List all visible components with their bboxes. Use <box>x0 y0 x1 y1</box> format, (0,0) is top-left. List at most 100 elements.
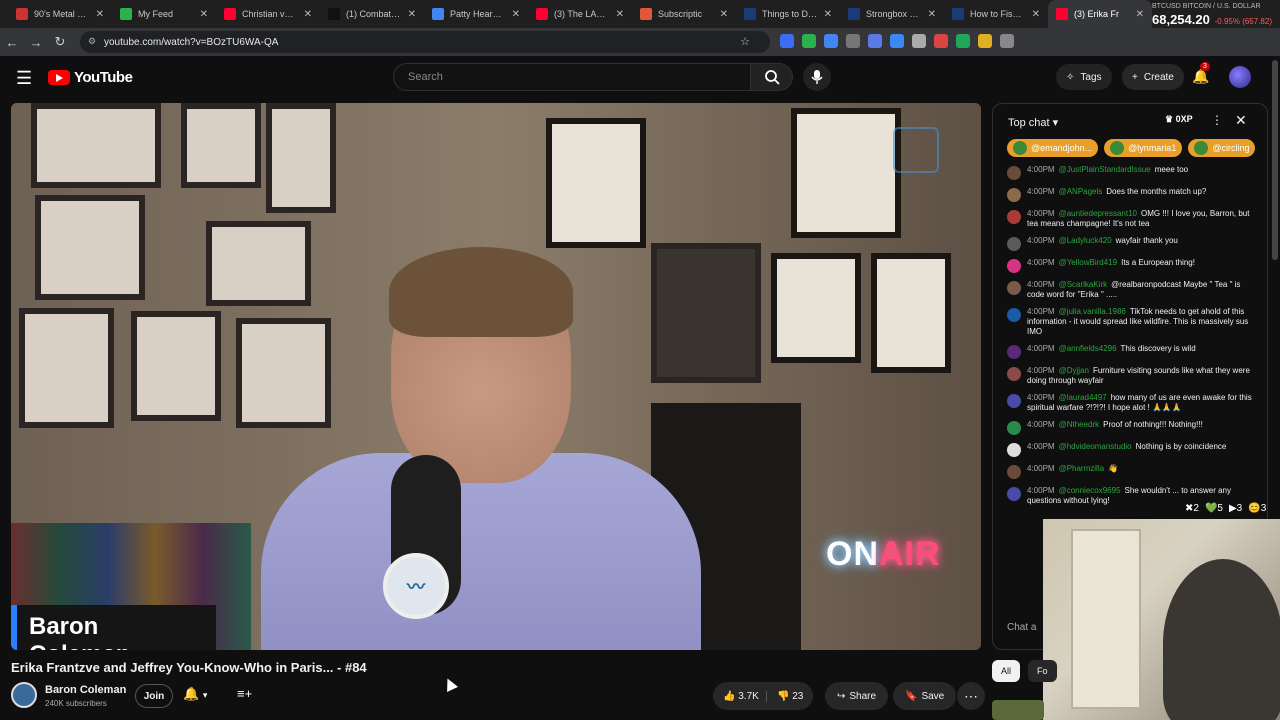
extension-icon[interactable] <box>890 34 904 48</box>
avatar[interactable] <box>1007 421 1021 435</box>
tab-close-icon[interactable]: ✕ <box>304 9 312 20</box>
chat-message[interactable]: 4:00PM @Ntheedrk Proof of nothing!!! Nothi… <box>1007 420 1257 435</box>
chat-more-icon[interactable]: ⋮ <box>1211 113 1223 127</box>
search-input[interactable]: Search <box>393 63 751 91</box>
browser-tab[interactable]: (1) Combat Arc ✕ <box>320 0 424 28</box>
channel-name[interactable]: Baron Coleman <box>45 684 126 696</box>
subscription-bell-button[interactable]: 🔔 ▾ <box>183 686 207 702</box>
pinned-donor-chip[interactable]: @circling <box>1188 139 1256 157</box>
browser-tab[interactable]: 90's Metal Clas ✕ <box>8 0 112 28</box>
chat-message[interactable]: 4:00PM @laurad4497 how many of us are even… <box>1007 393 1257 413</box>
avatar[interactable] <box>1007 237 1021 251</box>
video-player[interactable]: 〰 ONAIR Baron Coleman <box>11 103 981 650</box>
bookmark-star-icon[interactable]: ☆ <box>740 35 750 48</box>
account-avatar[interactable] <box>1229 66 1251 88</box>
chat-message[interactable]: 4:00PM @annfields4296 This discovery is wi… <box>1007 344 1257 359</box>
extension-icon[interactable] <box>868 34 882 48</box>
extension-icon[interactable] <box>802 34 816 48</box>
page-scrollbar[interactable] <box>1272 60 1278 260</box>
youtube-logo[interactable]: YouTube <box>48 69 133 86</box>
forward-icon[interactable]: → <box>24 35 48 50</box>
chat-author[interactable]: @Pharmzilla <box>1059 464 1104 473</box>
tab-close-icon[interactable]: ✕ <box>512 9 520 20</box>
browser-tab[interactable]: Strongbox Puz ✕ <box>840 0 944 28</box>
chat-author[interactable]: @YellowBird419 <box>1059 258 1118 267</box>
tab-close-icon[interactable]: ✕ <box>1032 9 1040 20</box>
chat-message[interactable]: 4:00PM @julia.vanilla.1986 TikTok needs to… <box>1007 307 1257 337</box>
extension-icon[interactable] <box>978 34 992 48</box>
back-icon[interactable]: ← <box>0 35 24 50</box>
chat-message[interactable]: 4:00PM @ScarlkaKirk @realbaronpodcast Mayb… <box>1007 280 1257 300</box>
avatar[interactable] <box>1007 367 1021 381</box>
chat-input[interactable]: Chat a <box>1007 622 1036 633</box>
chat-message[interactable]: 4:00PM @JustPlainStandardIssue meee too <box>1007 165 1257 180</box>
browser-tab[interactable]: How to Fish - C ✕ <box>944 0 1048 28</box>
dislike-button[interactable]: 👎 23 <box>767 691 803 702</box>
avatar[interactable] <box>1007 281 1021 295</box>
share-button[interactable]: ↪ Share <box>825 682 889 710</box>
browser-tab[interactable]: Christian vs Jew ✕ <box>216 0 320 28</box>
close-icon[interactable]: ✕ <box>1235 112 1247 129</box>
voice-search-button[interactable] <box>803 63 831 91</box>
avatar[interactable] <box>1007 308 1021 322</box>
chat-message[interactable]: 4:00PM @Dyjjan Furniture visiting sounds l… <box>1007 366 1257 386</box>
avatar[interactable] <box>1007 166 1021 180</box>
chat-author[interactable]: @ANPagels <box>1059 187 1103 196</box>
filter-chip-all[interactable]: All <box>992 660 1021 682</box>
avatar[interactable] <box>1007 188 1021 202</box>
chat-author[interactable]: @Ladyluck420 <box>1059 236 1112 245</box>
chat-author[interactable]: @JustPlainStandardIssue <box>1059 165 1151 174</box>
chat-author[interactable]: @Ntheedrk <box>1059 420 1100 429</box>
chat-message[interactable]: 4:00PM @auntiedepressant10 OMG !!! I love … <box>1007 209 1257 229</box>
avatar[interactable] <box>1007 443 1021 457</box>
chat-author[interactable]: @julia.vanilla.1986 <box>1059 307 1126 316</box>
browser-tab[interactable]: (3) The LAPD S ✕ <box>528 0 632 28</box>
pinned-donor-chip[interactable]: @lynmaria1 <box>1104 139 1183 157</box>
chat-author[interactable]: @laurad4497 <box>1059 393 1107 402</box>
tab-close-icon[interactable]: ✕ <box>720 9 728 20</box>
browser-tab[interactable]: Things to Do Fi ✕ <box>736 0 840 28</box>
avatar[interactable] <box>1007 259 1021 273</box>
chat-message[interactable]: 4:00PM @Ladyluck420 wayfair thank you <box>1007 236 1257 251</box>
tab-close-icon[interactable]: ✕ <box>824 9 832 20</box>
more-actions-button[interactable]: ⋯ <box>957 682 985 710</box>
tab-close-icon[interactable]: ✕ <box>408 9 416 20</box>
like-button[interactable]: 👍 3.7K <box>713 690 767 702</box>
avatar[interactable] <box>1007 465 1021 479</box>
avatar[interactable] <box>1007 210 1021 224</box>
chat-message[interactable]: 4:00PM @hdvideomanstudio Nothing is by coi… <box>1007 442 1257 457</box>
filter-chip-fo[interactable]: Fo <box>1028 660 1057 682</box>
related-video-thumbnail[interactable] <box>992 700 1044 720</box>
chat-author[interactable]: @auntiedepressant10 <box>1059 209 1137 218</box>
chat-author[interactable]: @hdvideomanstudio <box>1059 442 1132 451</box>
tab-close-icon[interactable]: ✕ <box>928 9 936 20</box>
tab-close-icon[interactable]: ✕ <box>200 9 208 20</box>
browser-tab[interactable]: Patty Hearst- H ✕ <box>424 0 528 28</box>
extension-icon[interactable] <box>824 34 838 48</box>
chat-message[interactable]: 4:00PM @YellowBird419 Its a European thing… <box>1007 258 1257 273</box>
join-button[interactable]: Join <box>135 684 173 708</box>
extension-icon[interactable] <box>846 34 860 48</box>
chat-author[interactable]: @annfields4296 <box>1059 344 1117 353</box>
tab-close-icon[interactable]: ✕ <box>616 9 624 20</box>
tags-button[interactable]: ✧ Tags <box>1056 64 1112 90</box>
save-button[interactable]: 🔖 Save <box>893 682 957 710</box>
extension-icon[interactable] <box>912 34 926 48</box>
search-button[interactable] <box>751 63 793 91</box>
playlist-add-icon[interactable]: ≡+ <box>237 686 252 701</box>
chat-message[interactable]: 4:00PM @ANPagels Does the months match up? <box>1007 187 1257 202</box>
reload-icon[interactable]: ↻ <box>48 34 72 50</box>
site-info-icon[interactable]: ⚙ <box>88 36 96 47</box>
xp-badge[interactable]: ♛ 0XP <box>1165 114 1193 125</box>
avatar[interactable] <box>1007 345 1021 359</box>
browser-tab[interactable]: My Feed ✕ <box>112 0 216 28</box>
create-button[interactable]: + Create <box>1122 64 1184 90</box>
extension-icon[interactable] <box>956 34 970 48</box>
menu-icon[interactable]: ☰ <box>16 68 32 89</box>
channel-avatar[interactable] <box>11 682 37 708</box>
tab-close-icon[interactable]: ✕ <box>96 9 104 20</box>
url-input[interactable]: ⚙ youtube.com/watch?v=BOzTU6WA-QA ☆ <box>80 31 770 53</box>
extension-icon[interactable] <box>934 34 948 48</box>
chat-mode-selector[interactable]: Top chat ▾ <box>1008 116 1058 129</box>
browser-tab[interactable]: Subscriptic ✕ <box>632 0 736 28</box>
